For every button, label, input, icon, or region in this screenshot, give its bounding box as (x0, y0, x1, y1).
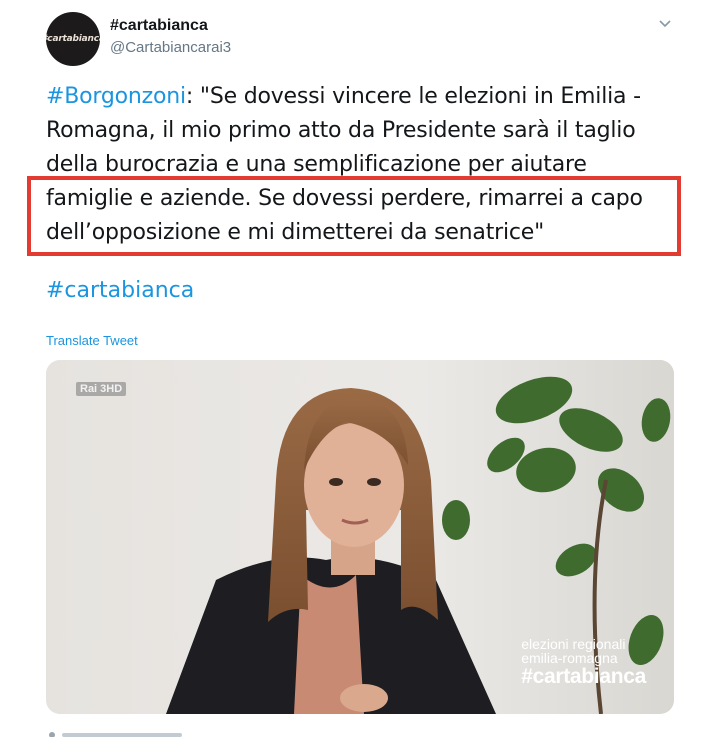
tweet-line-2: Romagna, il mio primo atto da Presidente… (46, 118, 636, 143)
cropped-footer (46, 724, 246, 738)
user-handle[interactable]: @Cartabiancarai3 (110, 39, 231, 56)
translate-tweet-link[interactable]: Translate Tweet (46, 333, 138, 348)
overlay-line-2: emilia-romagna (521, 650, 618, 667)
display-name[interactable]: #cartabianca (110, 17, 208, 35)
chevron-down-icon[interactable] (656, 14, 674, 32)
tweet-line-1: #Borgonzoni: "Se dovessi vincere le elez… (46, 80, 676, 114)
overlay-hashtag: #cartabianca (521, 664, 646, 688)
overlay-line-1: elezioni regionali (521, 635, 626, 652)
avatar-logo-text: #cartabianca (46, 34, 100, 44)
red-highlight-box (27, 176, 681, 256)
hashtag-link-cartabianca[interactable]: #cartabianca (46, 278, 194, 303)
tweet-line-1-text: : "Se dovessi vincere le elezioni in Emi… (185, 84, 641, 109)
broadcast-overlay: elezioni regionali emilia-romagna #carta… (521, 635, 646, 688)
hashtag-link-borgonzoni[interactable]: #Borgonzoni (46, 84, 186, 109)
avatar[interactable]: #cartabianca (46, 12, 100, 66)
tweet-media-image[interactable]: Rai 3HD elezioni regionali emilia-romagn… (46, 360, 674, 714)
rai3-logo: Rai 3HD (76, 382, 127, 396)
